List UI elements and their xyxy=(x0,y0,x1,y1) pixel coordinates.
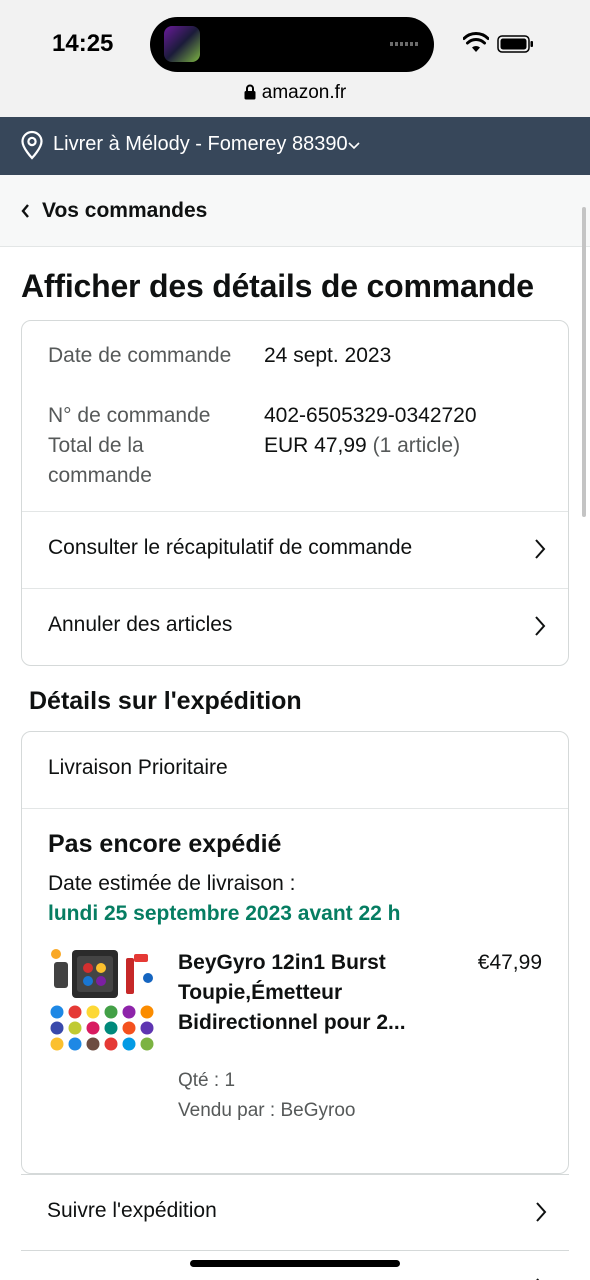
order-total: EUR 47,99 (1 article) xyxy=(264,431,460,461)
chevron-right-icon xyxy=(536,1202,547,1222)
chevron-left-icon xyxy=(21,204,29,218)
product-title-link[interactable]: BeyGyro 12in1 Burst Toupie,Émetteur Bidi… xyxy=(178,948,408,1038)
status-time: 14:25 xyxy=(52,30,114,57)
battery-icon xyxy=(497,35,533,53)
track-shipment-button[interactable]: Suivre l'expédition xyxy=(21,1174,569,1250)
shipping-section-title: Détails sur l'expédition xyxy=(29,687,302,715)
estimated-delivery-label: Date estimée de livraison : xyxy=(48,872,296,895)
delivery-location-bar[interactable]: Livrer à Mélody - Fomerey 88390 xyxy=(0,117,590,175)
order-total-label: Total de la commande xyxy=(48,434,152,487)
now-playing-thumbnail xyxy=(164,26,200,62)
home-indicator[interactable] xyxy=(190,1260,400,1267)
back-link-label: Vos commandes xyxy=(42,199,208,222)
audio-indicator-icon xyxy=(390,42,420,46)
order-total-value: EUR 47,99 xyxy=(264,434,367,457)
track-shipment-label: Suivre l'expédition xyxy=(47,1199,217,1222)
product-price: €47,99 xyxy=(477,951,542,974)
order-date-value: 24 sept. 2023 xyxy=(264,344,392,367)
wifi-icon xyxy=(463,32,489,52)
divider xyxy=(22,808,568,809)
order-date-label: Date de commande xyxy=(48,344,232,367)
scrollbar[interactable] xyxy=(582,207,586,517)
lock-icon xyxy=(244,84,256,100)
order-summary-card: Date de commande 24 sept. 2023 N° de com… xyxy=(21,320,569,666)
cancel-items-link[interactable]: Annuler des articles xyxy=(22,589,568,665)
product-seller: Vendu par : BeGyroo xyxy=(178,1100,356,1121)
shipment-card: Livraison Prioritaire Pas encore expédié… xyxy=(21,731,569,1174)
address-bar[interactable]: amazon.fr xyxy=(0,82,590,104)
estimated-delivery-date: lundi 25 septembre 2023 avant 22 h xyxy=(48,902,401,925)
cancel-items-label: Annuler des articles xyxy=(48,613,233,636)
chevron-down-icon xyxy=(348,142,360,150)
order-item-count: (1 article) xyxy=(372,434,461,457)
page-title: Afficher des détails de commande xyxy=(21,268,534,304)
chevron-right-icon xyxy=(535,539,546,559)
url-text: amazon.fr xyxy=(261,82,347,103)
order-number-label: N° de commande xyxy=(48,404,211,427)
view-order-summary-label: Consulter le récapitulatif de commande xyxy=(48,536,413,559)
chevron-right-icon xyxy=(535,616,546,636)
order-number-value: 402-6505329-0342720 xyxy=(264,404,477,427)
product-quantity: Qté : 1 xyxy=(178,1070,236,1091)
dynamic-island xyxy=(150,17,434,72)
delivery-location-text: Livrer à Mélody - Fomerey 88390 xyxy=(53,133,348,155)
product-image[interactable] xyxy=(48,948,156,1052)
location-pin-icon xyxy=(21,130,43,160)
back-to-orders-link[interactable]: Vos commandes xyxy=(0,175,590,247)
view-order-summary-link[interactable]: Consulter le récapitulatif de commande xyxy=(22,512,568,588)
shipping-method: Livraison Prioritaire xyxy=(48,756,228,779)
shipment-status: Pas encore expédié xyxy=(48,830,282,858)
